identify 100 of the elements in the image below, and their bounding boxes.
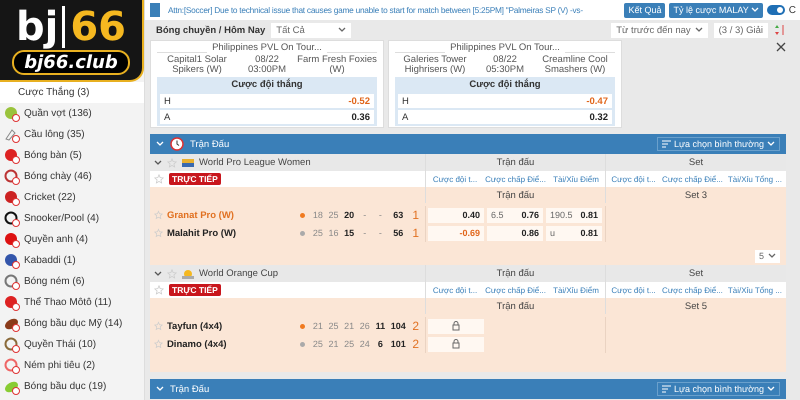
view-option-dropdown[interactable]: Lựa chọn bình thường [656, 137, 780, 151]
sets-won: 1 [411, 226, 420, 240]
close-icon[interactable] [776, 42, 786, 52]
match-time: 05:30PM [484, 65, 526, 75]
match-date: 08/22 [492, 55, 518, 65]
odds-button[interactable]: u 0.81 [546, 226, 602, 240]
filter-icon [662, 140, 671, 148]
sidebar-item[interactable]: Kabaddi (1) [0, 250, 144, 271]
view-option-dropdown[interactable]: Lựa chọn bình thường [656, 382, 780, 396]
set-score: 21 [312, 321, 324, 331]
sidebar-item[interactable]: Quần vợt (136) [0, 103, 144, 124]
section-header[interactable]: Trận Đấu Lựa chọn bình thường [150, 134, 786, 154]
market-title: Cược đội thắng [468, 79, 542, 92]
sport-icon [4, 106, 20, 122]
collapse-icon[interactable] [156, 141, 164, 147]
section-header[interactable]: Trận Đấu Lựa chọn bình thường [150, 379, 786, 399]
sort-icon[interactable] [774, 24, 786, 36]
sport-icon [4, 252, 20, 268]
set-score: 25 [328, 321, 340, 331]
sidebar-item[interactable]: Cricket (22) [0, 187, 144, 208]
live-badge: TRỰC TIẾP [169, 284, 221, 296]
collapse-icon[interactable] [156, 386, 164, 392]
set-score: - [378, 210, 383, 220]
odds-type-dropdown[interactable]: Tỷ lệ cược MALAY [669, 2, 763, 18]
match-card[interactable]: Philippines PVL On Tour... Galeries Tower Highrisers (W) 08/22 05:30PM Creamline Cool Smashers (W) Cược đội thắng H -0.47 A 0.32 [388, 40, 622, 128]
notice-text: Attn:[Soccer] Due to technical issue that causes game unable to start for match between [5:25PM] "Palmeiras SP (V) -vs- [167, 5, 583, 15]
star-icon[interactable] [154, 210, 163, 220]
odds-row[interactable]: H -0.47 [398, 94, 612, 108]
live-badge: TRỰC TIẾP [169, 173, 221, 185]
lock-icon [452, 339, 460, 349]
column-group: Set [688, 268, 704, 279]
team-name: Tayfun (4x4) [166, 320, 224, 332]
card-league: Philippines PVL On Tour... [445, 42, 565, 53]
star-icon[interactable] [154, 339, 163, 349]
period-label: Set 3 [684, 190, 708, 200]
caret-icon [750, 7, 759, 13]
set-score: 24 [358, 339, 371, 349]
sidebar-item[interactable]: Cầu lông (35) [0, 124, 144, 145]
column-header: Cược chấp Điể... [662, 286, 723, 294]
sport-icon [4, 190, 20, 206]
period-label: Set 5 [684, 300, 708, 312]
page-size-select[interactable]: 5 [754, 250, 780, 262]
results-button[interactable]: Kết Quả [624, 2, 666, 18]
odds-row[interactable]: H -0.52 [160, 94, 374, 108]
current-score: 6 [376, 339, 384, 349]
team-name: Malahit Pro (W) [166, 228, 238, 238]
set-score: 21 [343, 321, 355, 331]
sidebar-item[interactable]: Thể Thao Môtô (11) [0, 292, 144, 313]
league-select[interactable]: Tất Cả [271, 22, 352, 38]
sidebar-item[interactable]: Bóng ném (6) [0, 271, 144, 292]
caret-icon [767, 141, 775, 147]
column-header: Cược chấp Điể... [662, 174, 723, 184]
total-score: 104 [390, 321, 406, 331]
sidebar-item[interactable]: Bóng bầu dục (19) [0, 376, 144, 397]
star-icon[interactable] [154, 228, 163, 238]
column-header: Cược đội t... [610, 286, 657, 294]
odds-row[interactable]: A 0.32 [398, 110, 612, 124]
sport-icon [4, 274, 20, 290]
team-name: Granat Pro (W) [166, 210, 235, 220]
league-name[interactable]: World Orange Cup [199, 268, 278, 279]
sidebar-item[interactable]: Bóng chày (46) [0, 166, 144, 187]
sidebar-item[interactable]: Quyền anh (4) [0, 229, 144, 250]
filter-icon [662, 385, 671, 393]
sets-won: 2 [411, 319, 420, 333]
filter-title: Bóng chuyền / Hôm Nay [156, 24, 266, 36]
odds-button[interactable]: 6.5 0.76 [487, 208, 543, 222]
caret-icon [768, 253, 776, 259]
league-name[interactable]: World Pro League Women [199, 157, 311, 168]
league-count: (3 / 3) Giải [714, 22, 768, 38]
star-icon[interactable] [154, 285, 164, 295]
column-group: Trận đấu [496, 157, 534, 168]
match-time: 03:00PM [246, 65, 288, 75]
market-title: Cược đội thắng [230, 79, 304, 92]
sidebar-item[interactable]: Cược Thắng (3) [0, 82, 144, 103]
toggle-switch[interactable] [766, 5, 785, 15]
match-date: 08/22 [254, 55, 280, 65]
star-icon[interactable] [154, 321, 163, 331]
sidebar-item[interactable]: Bóng bầu dục Mỹ (14) [0, 313, 144, 334]
odds-button[interactable]: 0.86 [487, 226, 543, 240]
sidebar-item[interactable]: Snooker/Pool (4) [0, 208, 144, 229]
odds-row[interactable]: A 0.36 [160, 110, 374, 124]
odds-button[interactable]: 0.40 [428, 208, 484, 222]
set-score: 25 [328, 210, 340, 220]
star-icon[interactable] [167, 158, 177, 168]
column-group: Trận đấu [496, 268, 534, 279]
column-header: Cược đội t... [432, 174, 478, 184]
odds-button[interactable]: 190.5 0.81 [546, 208, 602, 222]
sidebar-item[interactable]: Bóng bàn (5) [0, 145, 144, 166]
sidebar-item[interactable]: Ném phi tiêu (2) [0, 355, 144, 376]
match-card[interactable]: Philippines PVL On Tour... Capital1 Solar Spikers (W) 08/22 03:00PM Farm Fresh Foxies (W) Cược đội thắng H -0.52 A 0.36 [150, 40, 384, 128]
column-header: Tài/Xỉu Điểm [552, 174, 600, 184]
star-icon[interactable] [154, 174, 164, 184]
caret-icon [694, 27, 703, 33]
sidebar-item[interactable]: Quyền Thái (10) [0, 334, 144, 355]
period-select[interactable]: Từ trước đến nay [611, 22, 708, 38]
star-icon[interactable] [167, 268, 177, 278]
set-score: 26 [358, 321, 371, 331]
clock-icon [170, 137, 184, 151]
sport-icon [4, 294, 20, 310]
sets-won: 2 [411, 337, 420, 351]
